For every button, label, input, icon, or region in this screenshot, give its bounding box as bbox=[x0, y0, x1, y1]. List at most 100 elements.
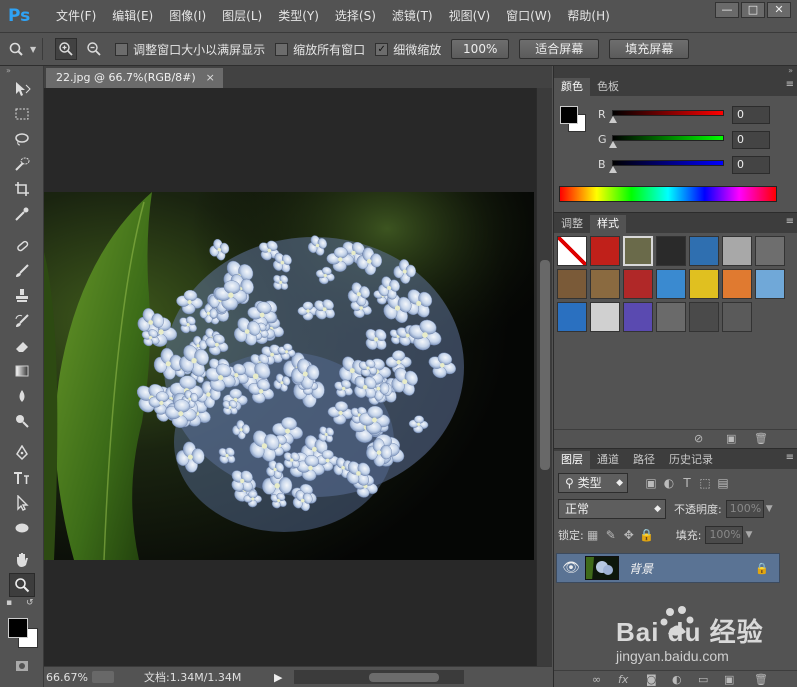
horizontal-scroll-thumb[interactable] bbox=[369, 673, 439, 682]
type-tool-icon[interactable] bbox=[9, 466, 35, 490]
fill-field[interactable]: 100% bbox=[705, 526, 744, 544]
blur-tool-icon[interactable] bbox=[9, 384, 35, 408]
quick-selection-tool-icon[interactable] bbox=[9, 152, 35, 176]
marquee-tool-icon[interactable] bbox=[9, 102, 35, 126]
style-swatch[interactable] bbox=[656, 236, 686, 266]
panel-menu-icon[interactable]: ≡ bbox=[786, 452, 794, 463]
minimize-button[interactable]: — bbox=[715, 2, 739, 18]
style-swatch[interactable] bbox=[557, 302, 587, 332]
panel-menu-icon[interactable]: ≡ bbox=[786, 216, 794, 227]
menu-view[interactable]: 视图(V) bbox=[441, 0, 499, 32]
layer-style-icon[interactable]: fx bbox=[618, 673, 628, 686]
red-value-field[interactable]: 0 bbox=[732, 106, 770, 124]
type-filter-icon[interactable]: T bbox=[678, 476, 696, 490]
style-swatch[interactable] bbox=[557, 236, 587, 266]
dock-collapse-icon[interactable]: » bbox=[554, 66, 797, 76]
blue-slider-knob[interactable] bbox=[609, 166, 617, 173]
style-swatch[interactable] bbox=[623, 269, 653, 299]
tab-layers[interactable]: 图层 bbox=[554, 451, 590, 469]
swap-colors-icon[interactable]: ↺ bbox=[26, 598, 34, 608]
document-tab[interactable]: 22.jpg @ 66.7%(RGB/8#) × bbox=[46, 68, 223, 88]
tab-swatches[interactable]: 色板 bbox=[590, 78, 626, 96]
path-selection-tool-icon[interactable] bbox=[9, 491, 35, 515]
delete-style-icon[interactable]: 🗑 bbox=[754, 432, 768, 445]
history-brush-tool-icon[interactable] bbox=[9, 309, 35, 333]
pixel-filter-icon[interactable]: ▣ bbox=[642, 476, 660, 490]
style-swatch[interactable] bbox=[590, 302, 620, 332]
style-swatch[interactable] bbox=[590, 269, 620, 299]
style-swatch[interactable] bbox=[656, 269, 686, 299]
checkbox-unchecked[interactable] bbox=[275, 42, 289, 56]
menu-filter[interactable]: 滤镜(T) bbox=[384, 0, 441, 32]
foreground-color-swatch[interactable] bbox=[8, 618, 28, 638]
add-mask-icon[interactable]: ◙ bbox=[646, 673, 657, 686]
blue-value-field[interactable]: 0 bbox=[732, 156, 770, 174]
delete-layer-icon[interactable]: 🗑 bbox=[754, 673, 768, 686]
zoom-out-icon[interactable] bbox=[83, 38, 105, 60]
move-tool-icon[interactable] bbox=[9, 77, 35, 101]
smart-object-filter-icon[interactable]: ▤ bbox=[714, 476, 732, 490]
clone-stamp-tool-icon[interactable] bbox=[9, 284, 35, 308]
red-slider-knob[interactable] bbox=[609, 116, 617, 123]
clear-style-icon[interactable]: ⊘ bbox=[694, 432, 703, 445]
lock-position-icon[interactable]: ✥ bbox=[620, 528, 638, 542]
tab-adjustments[interactable]: 调整 bbox=[554, 215, 590, 233]
layer-name[interactable]: 背景 bbox=[629, 560, 653, 577]
style-swatch[interactable] bbox=[590, 236, 620, 266]
vertical-scrollbar[interactable] bbox=[536, 88, 552, 666]
color-spectrum-bar[interactable] bbox=[559, 186, 777, 202]
style-swatch[interactable] bbox=[656, 302, 686, 332]
fill-arrow-icon[interactable]: ▼ bbox=[745, 530, 752, 540]
lock-image-icon[interactable]: ✎ bbox=[602, 528, 620, 542]
lock-all-icon[interactable]: 🔒 bbox=[638, 528, 656, 542]
vertical-scroll-thumb[interactable] bbox=[540, 260, 550, 470]
link-layers-icon[interactable]: ∞ bbox=[592, 673, 601, 686]
ellipse-tool-icon[interactable] bbox=[9, 516, 35, 540]
style-swatch[interactable] bbox=[755, 236, 785, 266]
close-button[interactable]: ✕ bbox=[767, 2, 791, 18]
layer-row-background[interactable]: 👁 背景 🔒 bbox=[556, 553, 780, 583]
gradient-tool-icon[interactable] bbox=[9, 359, 35, 383]
eraser-tool-icon[interactable] bbox=[9, 334, 35, 358]
new-group-icon[interactable]: ▭ bbox=[698, 673, 708, 686]
shape-filter-icon[interactable]: ⬚ bbox=[696, 476, 714, 490]
checkbox-checked[interactable]: ✓ bbox=[375, 42, 389, 56]
adjustment-layer-icon[interactable]: ◐ bbox=[672, 673, 682, 686]
tab-color[interactable]: 颜色 bbox=[554, 78, 590, 96]
style-swatch[interactable] bbox=[722, 236, 752, 266]
style-swatch[interactable] bbox=[689, 302, 719, 332]
opacity-arrow-icon[interactable]: ▼ bbox=[766, 504, 773, 514]
quick-mask-icon[interactable] bbox=[9, 654, 35, 678]
blue-slider-track[interactable] bbox=[612, 160, 724, 166]
layer-filter-dropdown[interactable]: ⚲ 类型 ◆ bbox=[558, 473, 628, 493]
zoom-in-icon[interactable] bbox=[55, 38, 78, 60]
menu-image[interactable]: 图像(I) bbox=[161, 0, 214, 32]
style-swatch[interactable] bbox=[755, 269, 785, 299]
checkbox-unchecked[interactable] bbox=[115, 42, 129, 56]
style-swatch[interactable] bbox=[623, 236, 653, 266]
lasso-tool-icon[interactable] bbox=[9, 127, 35, 151]
actual-pixels-button[interactable]: 100% bbox=[451, 39, 510, 59]
new-style-icon[interactable]: ▣ bbox=[726, 432, 736, 445]
menu-select[interactable]: 选择(S) bbox=[327, 0, 384, 32]
healing-brush-tool-icon[interactable] bbox=[9, 234, 35, 258]
style-swatch[interactable] bbox=[689, 269, 719, 299]
zoom-tool-preset-icon[interactable] bbox=[6, 38, 28, 60]
adjustment-filter-icon[interactable]: ◐ bbox=[660, 476, 678, 490]
horizontal-scrollbar[interactable] bbox=[294, 670, 464, 684]
default-colors-icon[interactable]: ▪ bbox=[6, 598, 12, 608]
tab-history[interactable]: 历史记录 bbox=[662, 451, 720, 469]
opacity-field[interactable]: 100% bbox=[725, 500, 764, 518]
hand-tool-icon[interactable] bbox=[9, 548, 35, 572]
resize-windows-checkbox[interactable]: 调整窗口大小以满屏显示 bbox=[115, 41, 265, 58]
dodge-tool-icon[interactable] bbox=[9, 409, 35, 433]
lock-transparent-icon[interactable]: ▦ bbox=[584, 528, 602, 542]
green-slider-track[interactable] bbox=[612, 135, 724, 141]
menu-type[interactable]: 类型(Y) bbox=[270, 0, 327, 32]
green-slider-knob[interactable] bbox=[609, 141, 617, 148]
preset-dropdown-icon[interactable]: ▼ bbox=[30, 45, 36, 54]
menu-layer[interactable]: 图层(L) bbox=[214, 0, 270, 32]
brush-tool-icon[interactable] bbox=[9, 259, 35, 283]
fit-screen-button[interactable]: 适合屏幕 bbox=[519, 39, 600, 59]
zoom-all-checkbox[interactable]: 缩放所有窗口 bbox=[275, 41, 365, 58]
